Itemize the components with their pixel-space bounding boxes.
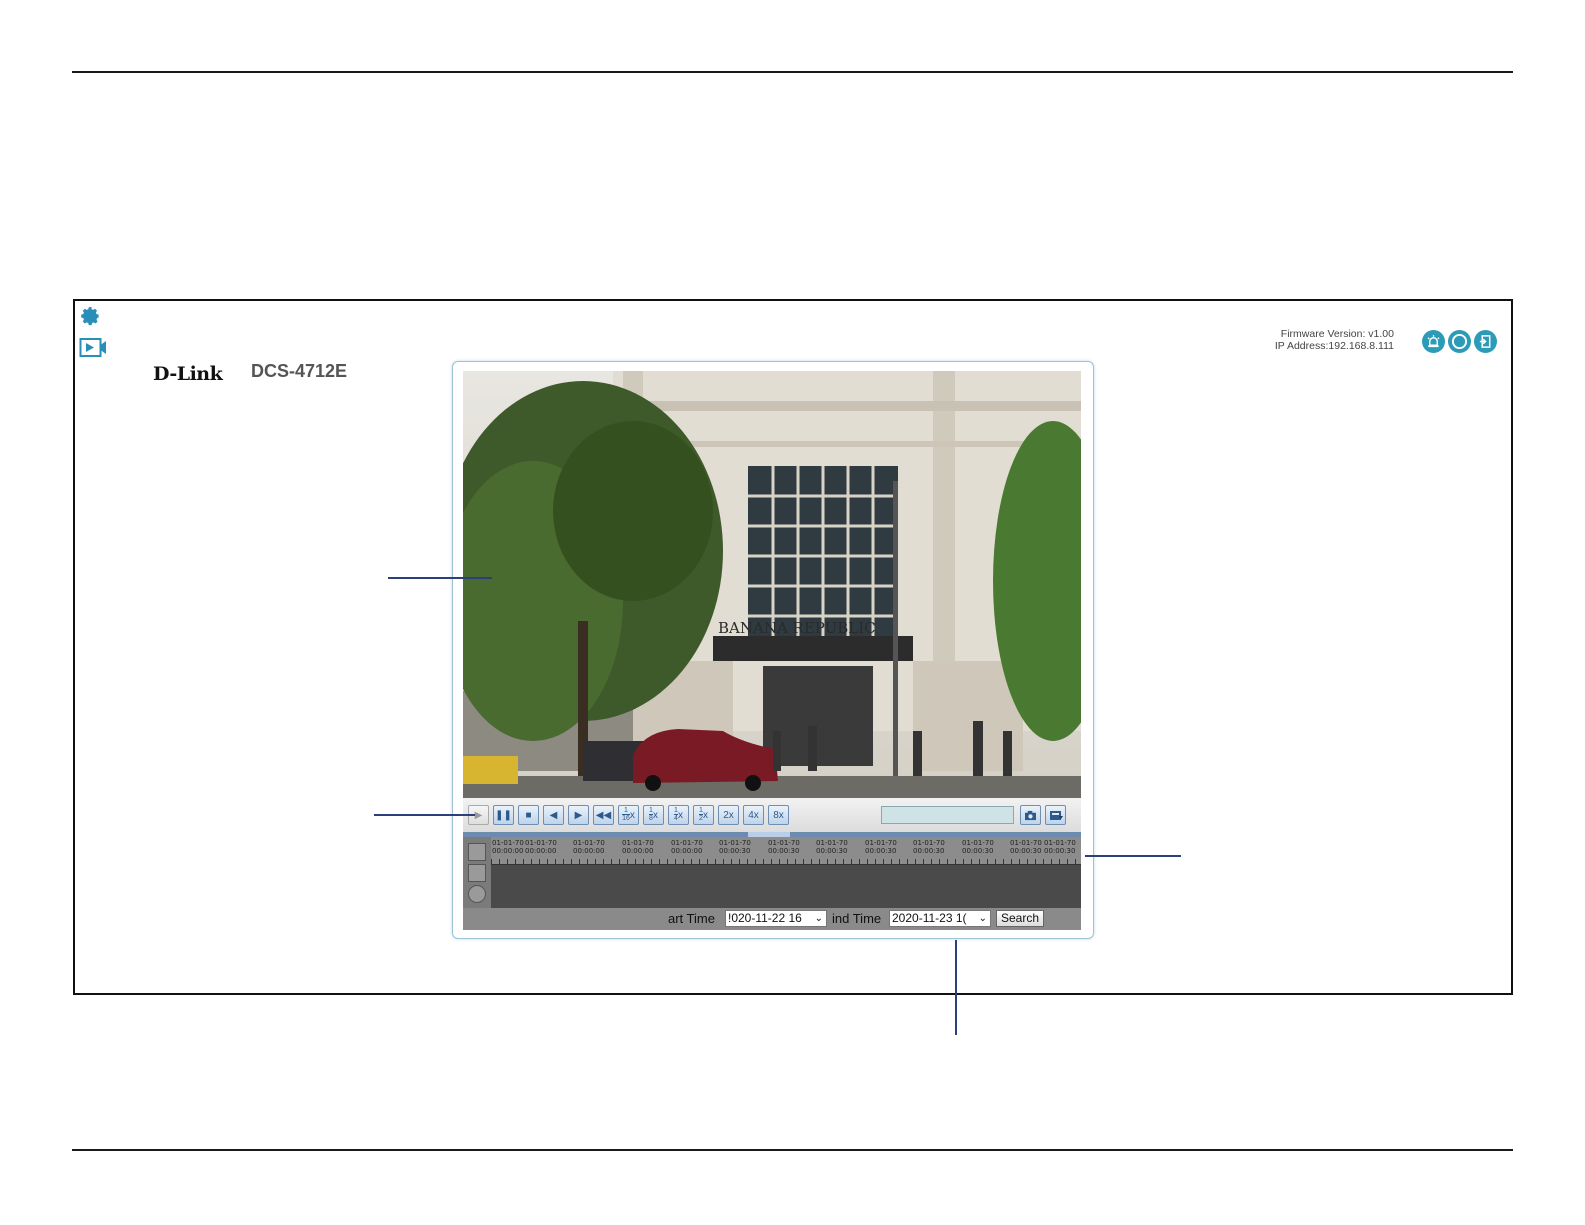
speed-4x-button[interactable]: 4x	[743, 805, 764, 825]
next-frame-button[interactable]: ▶	[568, 805, 589, 825]
web-ui-screenshot: D-Link DCS-4712E Firmware Version: v1.00…	[73, 299, 1513, 995]
speed-8x-button[interactable]: 8x	[768, 805, 789, 825]
device-info: Firmware Version: v1.00 IP Address:192.1…	[1275, 328, 1394, 352]
top-rule	[72, 71, 1513, 73]
timeline-tick-label: 01-01-70 00:00:30	[1010, 839, 1042, 855]
speed-2x-button[interactable]: 2x	[718, 805, 739, 825]
record-icon[interactable]	[1448, 330, 1471, 353]
speed-1-4-button[interactable]: 14x	[668, 805, 689, 825]
recording-track[interactable]	[491, 865, 1081, 908]
timeline-tick-label: 01-01-70 00:00:30	[962, 839, 994, 855]
settings-gear-icon[interactable]	[79, 305, 103, 329]
playback-progress	[881, 806, 1014, 824]
firmware-version: Firmware Version: v1.00	[1280, 328, 1394, 340]
save-clip-button[interactable]	[1045, 805, 1066, 825]
end-time-label: ind Time	[832, 911, 882, 926]
svg-text:BANANA REPUBLIC: BANANA REPUBLIC	[718, 619, 876, 637]
camera-model: DCS-4712E	[251, 361, 348, 381]
speed-1-16-button[interactable]: 1 16 x	[618, 805, 639, 825]
timeline-tick-label: 01-01-70 00:00:30	[865, 839, 897, 855]
zoom-out-button[interactable]	[468, 864, 486, 882]
callout-line-search	[955, 940, 957, 1035]
rewind-button[interactable]: ◀◀	[593, 805, 614, 825]
chevron-down-icon: ⌄	[978, 913, 987, 924]
dlink-logo: D-Link	[153, 363, 223, 385]
search-bar: art Time !020-11-22 16 ⌄ ind Time 2020-11…	[463, 908, 1081, 930]
callout-line-timeline	[1085, 855, 1181, 857]
timeline-tick-label: 01-01-70 00:00:30	[1044, 839, 1076, 855]
start-time-select[interactable]: !020-11-22 16 ⌄	[725, 910, 827, 927]
snapshot-button[interactable]	[1020, 805, 1041, 825]
timeline-tick-label: 01-01-70 00:00:00	[573, 839, 605, 855]
timeline-tick-label: 01-01-70 00:00:30	[913, 839, 945, 855]
chevron-down-icon: ⌄	[814, 913, 823, 924]
header-actions	[1422, 330, 1497, 353]
playback-player: BANANA REPUBLIC ▶ ❚❚ ■ ◀ ▶ ◀◀ 1 16 x 1 8…	[452, 361, 1094, 939]
save-clip-icon	[1049, 811, 1063, 820]
playback-icon[interactable]	[79, 336, 107, 360]
timeline-tick-label: 01-01-70 00:00:00	[525, 839, 557, 855]
video-playback-window[interactable]: BANANA REPUBLIC	[463, 371, 1081, 798]
prev-frame-button[interactable]: ◀	[543, 805, 564, 825]
search-button[interactable]: Search	[996, 910, 1045, 927]
start-time-label: art Time	[668, 911, 715, 926]
timeline-panel[interactable]: 01-01-70 00:00:00 01-01-70 00:00:00 01-01-…	[463, 832, 1081, 908]
timeline-tick-label: 01-01-70 00:00:00	[671, 839, 703, 855]
bottom-rule	[72, 1149, 1513, 1151]
stop-button[interactable]: ■	[518, 805, 539, 825]
zoom-in-button[interactable]	[468, 843, 486, 861]
video-frame-image: BANANA REPUBLIC	[463, 371, 1081, 798]
timeline-ruler[interactable]: 01-01-70 00:00:00 01-01-70 00:00:00 01-01-…	[491, 837, 1081, 865]
speed-1-2-button[interactable]: 12x	[693, 805, 714, 825]
ip-address: IP Address:192.168.8.111	[1274, 340, 1394, 352]
logout-icon[interactable]	[1474, 330, 1497, 353]
speed-1-8-button[interactable]: 18x	[643, 805, 664, 825]
timeline-tools	[463, 837, 491, 908]
callout-line-controls	[374, 814, 475, 816]
playback-controls: ▶ ❚❚ ■ ◀ ▶ ◀◀ 1 16 x 18x 14x 12x 2x 4x 8x	[463, 798, 1081, 832]
callout-line-video	[388, 577, 492, 579]
timeline-tick-label: 01-01-70 00:00:00	[622, 839, 654, 855]
end-time-select[interactable]: 2020-11-23 1(⌄	[889, 910, 991, 927]
timeline-tick-label: 01-01-70 00:00:30	[816, 839, 848, 855]
alarm-icon[interactable]	[1422, 330, 1445, 353]
camera-icon	[1025, 810, 1036, 820]
pause-button[interactable]: ❚❚	[493, 805, 514, 825]
timeline-tick-label: 01-01-70 00:00:00	[492, 839, 524, 855]
timeline-tick-label: 01-01-70 00:00:30	[719, 839, 751, 855]
timeline-tick-label: 01-01-70 00:00:30	[768, 839, 800, 855]
refresh-button[interactable]	[468, 885, 486, 903]
